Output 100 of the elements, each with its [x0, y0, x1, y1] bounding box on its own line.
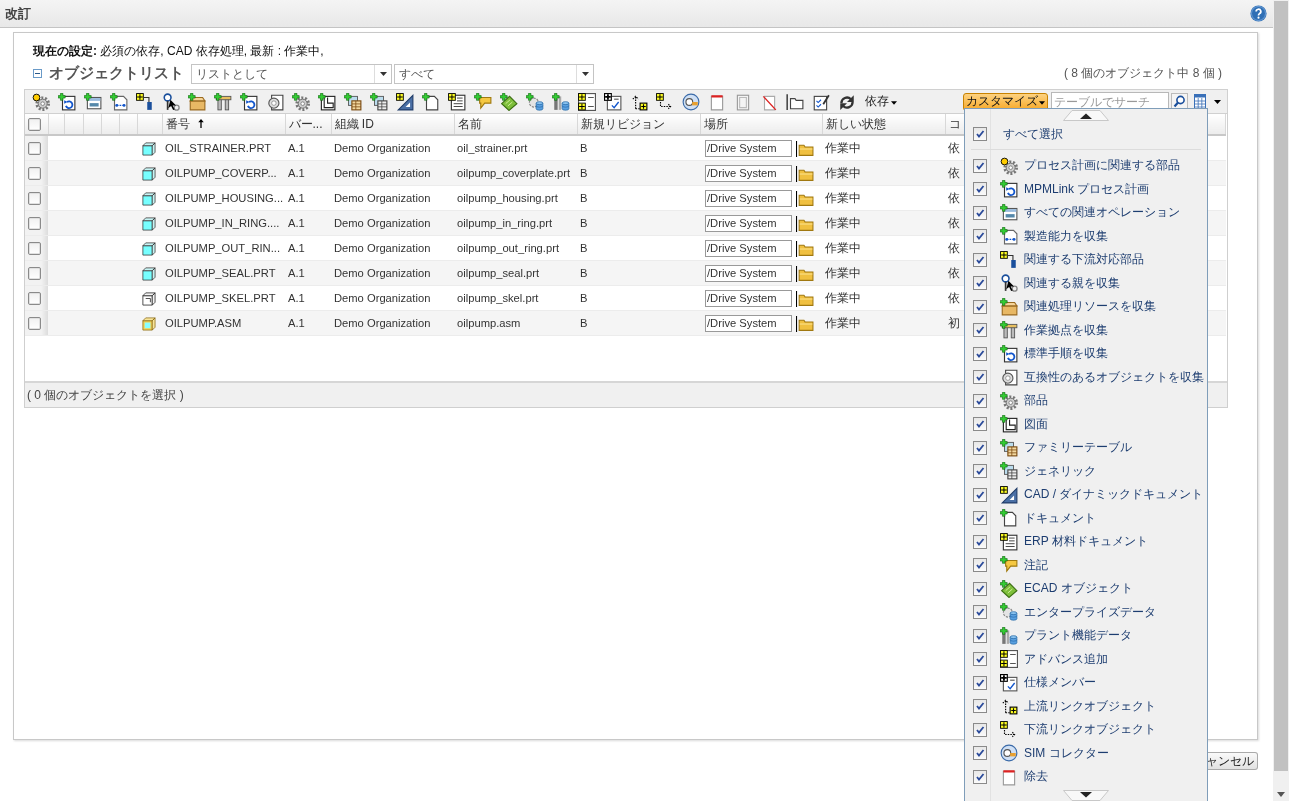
blocks-icon[interactable]	[136, 92, 154, 111]
checkbox[interactable]	[973, 746, 987, 761]
checkbox[interactable]	[973, 370, 987, 385]
checkbox[interactable]	[973, 722, 987, 737]
menu-item[interactable]: 仕様メンバー	[1024, 674, 1096, 692]
sheet-refresh-icon[interactable]	[58, 92, 76, 111]
menu-item[interactable]: 関連する下流対応部品	[1024, 251, 1144, 269]
checklist-icon[interactable]	[604, 92, 622, 111]
vertical-scrollbar[interactable]	[1273, 0, 1289, 801]
folder-icon[interactable]	[796, 214, 814, 232]
checkbox[interactable]	[973, 205, 987, 220]
checkbox[interactable]	[973, 323, 987, 338]
checkbox[interactable]	[973, 605, 987, 620]
caret-icon[interactable]	[1214, 99, 1221, 104]
menu-item[interactable]: ドキュメント	[1024, 509, 1096, 527]
window-icon[interactable]	[84, 92, 102, 111]
checkbox[interactable]	[973, 675, 987, 690]
folder-icon[interactable]	[796, 314, 814, 332]
location-field[interactable]: /Drive System	[705, 239, 792, 257]
checkbox[interactable]	[973, 252, 987, 267]
database-icon[interactable]	[552, 92, 570, 111]
checkbox[interactable]	[973, 769, 987, 784]
checkbox[interactable]	[973, 464, 987, 479]
checkbox[interactable]	[28, 142, 41, 156]
checkbox[interactable]	[28, 267, 41, 281]
checkbox[interactable]	[973, 652, 987, 667]
menu-item[interactable]: 互換性のあるオブジェクトを収集	[1024, 368, 1204, 386]
folder-icon[interactable]	[796, 239, 814, 257]
menu-item[interactable]: ERP 材料ドキュメント	[1024, 533, 1148, 551]
search-icon[interactable]	[1171, 92, 1188, 111]
menu-item[interactable]: プロセス計画に関連する部品	[1024, 157, 1180, 175]
note-icon[interactable]	[474, 92, 492, 111]
menu-item[interactable]: 注記	[1024, 556, 1048, 574]
location-field[interactable]: /Drive System	[705, 164, 792, 182]
location-field[interactable]: /Drive System	[705, 314, 792, 332]
folder-icon[interactable]	[796, 139, 814, 157]
table-icon[interactable]	[370, 92, 388, 111]
menu-item[interactable]: エンタープライズデータ	[1024, 603, 1156, 621]
checkbox[interactable]	[973, 299, 987, 314]
menu-item[interactable]: CAD / ダイナミックドキュメント	[1024, 486, 1204, 504]
folder-icon[interactable]	[796, 264, 814, 282]
checkbox[interactable]	[28, 242, 41, 256]
column-header[interactable]: 番号	[165, 116, 190, 131]
folder-icon[interactable]	[796, 164, 814, 182]
checkbox[interactable]	[973, 487, 987, 502]
checkbox[interactable]	[973, 229, 987, 244]
checkbox[interactable]	[973, 699, 987, 714]
disc-icon[interactable]	[682, 92, 700, 111]
checkbox[interactable]	[28, 217, 41, 231]
menu-item[interactable]: ファミリーテーブル	[1024, 439, 1132, 457]
folder-icon[interactable]	[796, 189, 814, 207]
menu-item[interactable]: ジェネリック	[1024, 462, 1096, 480]
checkbox[interactable]	[973, 417, 987, 432]
menu-item[interactable]: 関連する親を収集	[1024, 274, 1120, 292]
menu-item[interactable]: アドバンス追加	[1024, 650, 1108, 668]
dependency-menu[interactable]: 依存	[863, 93, 899, 110]
checkbox[interactable]	[973, 182, 987, 197]
checkbox[interactable]	[28, 167, 41, 181]
checkbox[interactable]	[973, 534, 987, 549]
pin-cursor-icon[interactable]	[162, 92, 180, 111]
cancel-button[interactable]: ャンセル	[1205, 752, 1258, 770]
table-icon[interactable]	[344, 92, 362, 111]
list-icon[interactable]	[578, 92, 596, 111]
menu-item[interactable]: ECAD オブジェクト	[1024, 580, 1133, 598]
sheet-refresh-icon[interactable]	[240, 92, 258, 111]
document-icon[interactable]	[422, 92, 440, 111]
menu-item[interactable]: 上流リンクオブジェクト	[1024, 697, 1156, 715]
document-icon[interactable]	[708, 92, 726, 111]
scroll-up-icon[interactable]	[1063, 110, 1109, 121]
menu-item[interactable]: 製造能力を収集	[1024, 227, 1108, 245]
disc-page-icon[interactable]	[266, 92, 284, 111]
menu-item[interactable]: SIM コレクター	[1024, 744, 1109, 762]
chip-icon[interactable]	[500, 92, 518, 111]
menu-item[interactable]: MPMLink プロセス計画	[1024, 180, 1150, 198]
checkbox[interactable]	[973, 558, 987, 573]
checkbox[interactable]	[973, 127, 987, 141]
drawing-icon[interactable]	[318, 92, 336, 111]
menu-item[interactable]: 関連処理リソースを収集	[1024, 298, 1156, 316]
location-field[interactable]: /Drive System	[705, 189, 792, 207]
view-select[interactable]: リストとして	[191, 63, 392, 84]
menu-item[interactable]: プラント機能データ	[1024, 627, 1132, 645]
menu-item[interactable]: 部品	[1024, 392, 1048, 410]
checkbox[interactable]	[973, 440, 987, 455]
menu-item[interactable]: 作業拠点を収集	[1024, 321, 1108, 339]
checkbox[interactable]	[28, 192, 41, 206]
folder-icon[interactable]	[796, 289, 814, 307]
dotted-arrow-icon[interactable]	[656, 92, 674, 111]
scroll-down-icon[interactable]	[1063, 790, 1109, 801]
column-header[interactable]: 名前	[457, 116, 482, 131]
pillars-icon[interactable]	[214, 92, 232, 111]
checkbox[interactable]	[973, 511, 987, 526]
menu-item[interactable]: 下流リンクオブジェクト	[1024, 721, 1156, 739]
checkbox[interactable]	[973, 158, 987, 173]
menu-item[interactable]: 除去	[1024, 768, 1048, 786]
checkbox[interactable]	[28, 292, 41, 306]
checkbox[interactable]	[973, 581, 987, 596]
scroll-down-arrow-icon[interactable]	[1277, 792, 1285, 797]
checkbox[interactable]	[973, 628, 987, 643]
menu-item[interactable]: 図面	[1024, 415, 1048, 433]
folder-icon[interactable]	[786, 92, 804, 111]
